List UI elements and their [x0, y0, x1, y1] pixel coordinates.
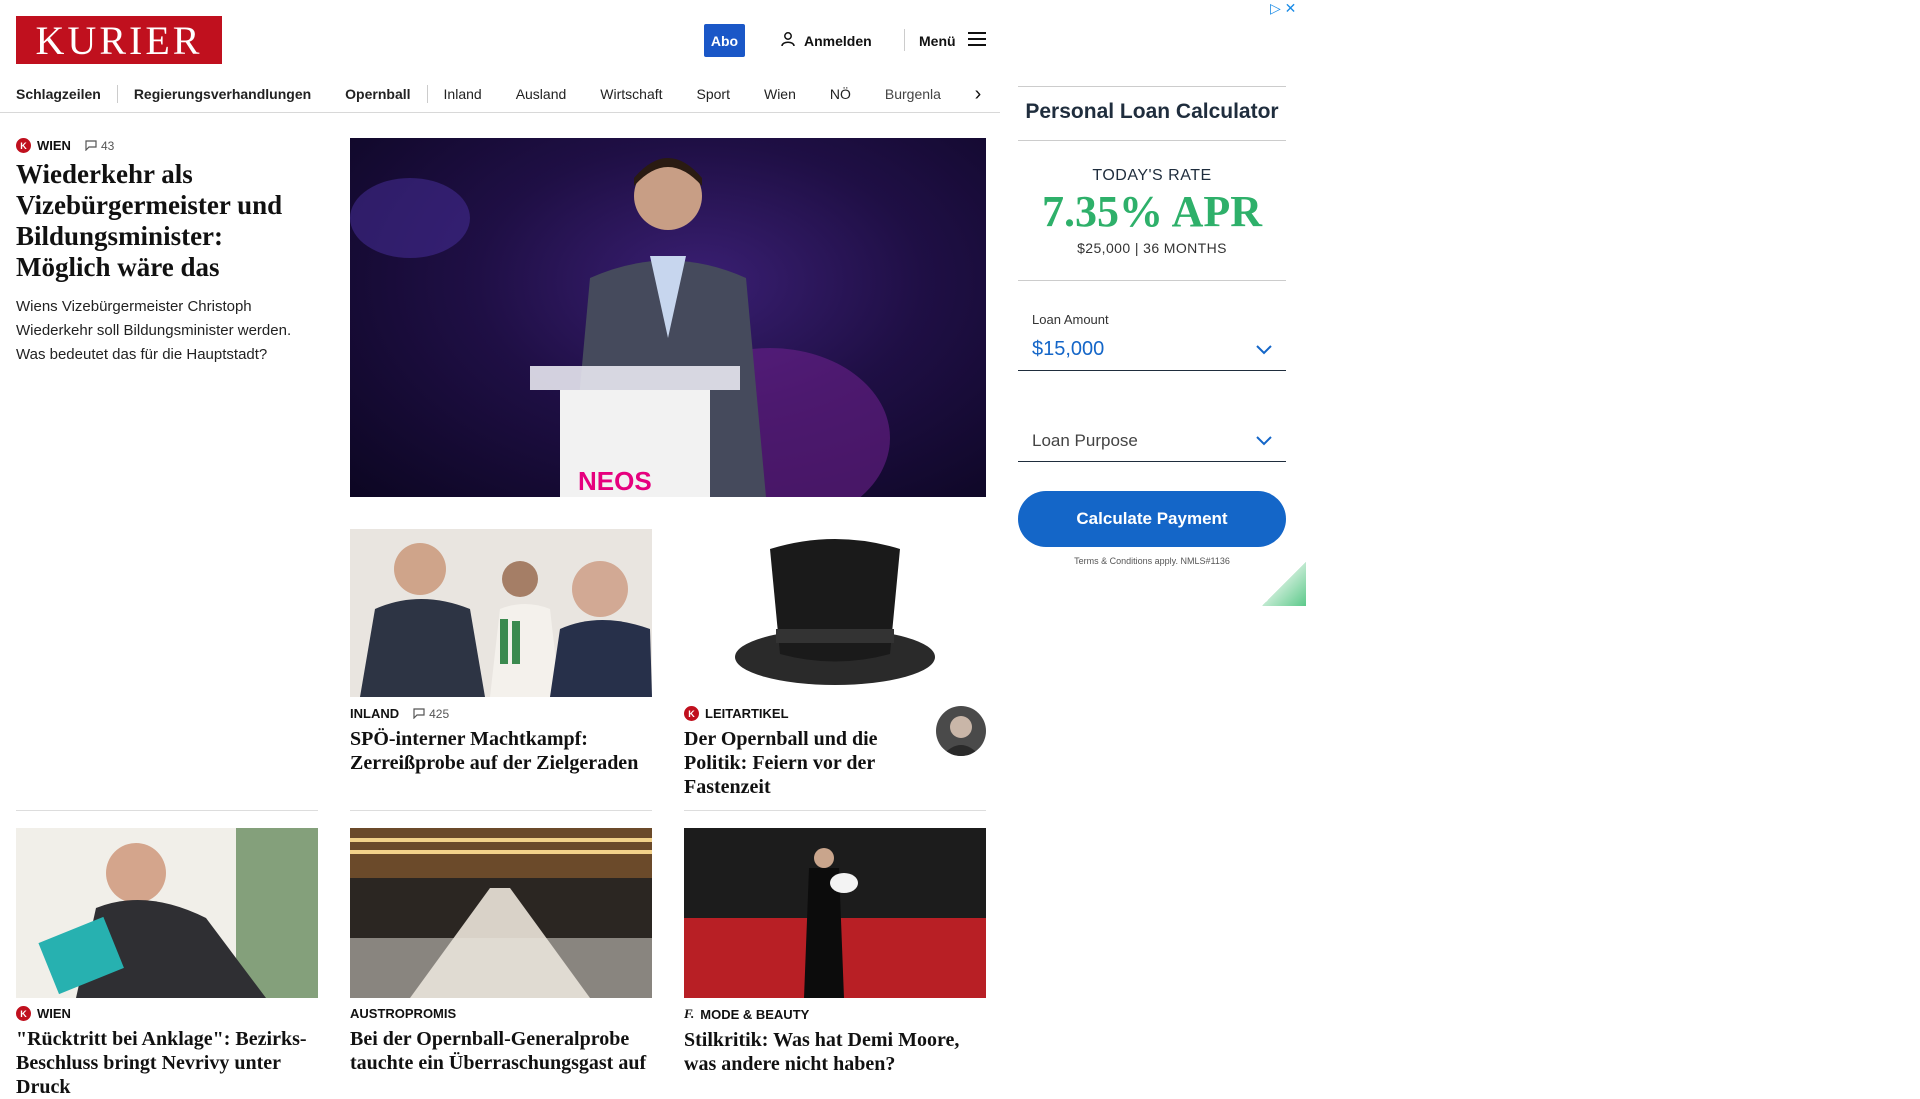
menu-button[interactable]: Menü [919, 24, 986, 57]
hamburger-icon [967, 32, 986, 49]
lead-teaser: Wiens Vizebürgermeister Christoph Wieder… [16, 298, 292, 363]
nav-item-noe[interactable]: NÖ [830, 86, 851, 102]
card-divider [684, 810, 986, 811]
ad-choices-icon[interactable]: ▷ ✕ [1270, 0, 1296, 17]
nav-item-burgenland[interactable]: Burgenla [885, 86, 941, 102]
nav-item-ausland[interactable]: Ausland [516, 86, 567, 102]
author-avatar[interactable] [936, 706, 986, 756]
story-card-leitartikel[interactable]: K LEITARTIKEL Der Opernball und die Poli… [684, 706, 914, 799]
story-image-art [350, 529, 652, 697]
story-headline[interactable]: Stilkritik: Was hat Demi Moore, was ande… [684, 1028, 994, 1076]
ad-rate: 7.35% APR [1042, 187, 1262, 236]
comment-icon [85, 140, 97, 151]
ad-divider [1018, 86, 1286, 87]
avatar-art [942, 716, 980, 756]
story-headline[interactable]: Bei der Opernball-Generalprobe tauchte e… [350, 1027, 660, 1075]
ad-title: Personal Loan Calculator [1025, 100, 1279, 123]
lead-image[interactable]: NEOS [350, 138, 986, 497]
abo-button[interactable]: Abo [704, 24, 745, 57]
loan-purpose-select[interactable]: Loan Purpose [1018, 420, 1286, 462]
ad-rate-terms: $25,000 | 36 MONTHS [1077, 240, 1227, 256]
story-image-art [350, 828, 652, 998]
story-comment-count[interactable]: 425 [413, 707, 449, 721]
story-comment-number: 425 [429, 706, 450, 721]
freizeit-f-icon: f. [684, 1006, 695, 1021]
lead-kicker-label: WIEN [37, 138, 71, 153]
story-kicker-label: AUSTROPROMIS [350, 1006, 457, 1021]
story-kicker: K WIEN [16, 1006, 326, 1021]
story-kicker-label: INLAND [350, 706, 400, 721]
story-kicker: INLAND 425 [350, 706, 660, 721]
story-card-stilkritik[interactable]: f. MODE & BEAUTY Stilkritik: Was hat Dem… [684, 1006, 994, 1076]
lead-story[interactable]: K WIEN 43 Wiederkehr als Vizebürgermeist… [16, 138, 316, 367]
story-headline[interactable]: SPÖ-interner Machtkampf: Zerreißprobe au… [350, 727, 660, 775]
nav-item-opernball[interactable]: Opernball [345, 86, 410, 102]
nav-item-inland[interactable]: Inland [444, 86, 482, 102]
lead-comment-number: 43 [100, 138, 115, 153]
kurier-k-icon: K [16, 138, 31, 153]
nav-divider [116, 85, 118, 103]
card-divider [350, 810, 652, 811]
card-divider [16, 810, 318, 811]
nav-item-wirtschaft[interactable]: Wirtschaft [600, 86, 662, 102]
nav-item-schlagzeilen[interactable]: Schlagzeilen [16, 86, 101, 102]
loan-amount-label: Loan Amount [1032, 312, 1109, 327]
ad-fineprint: Terms & Conditions apply. NMLS#1136 [1074, 556, 1230, 566]
story-kicker-label: MODE & BEAUTY [700, 1006, 810, 1022]
ad-corner-decoration [1262, 562, 1306, 606]
user-icon [780, 31, 796, 50]
loan-amount-value: $15,000 [1032, 338, 1105, 360]
lead-headline[interactable]: Wiederkehr als Vizebürgermeister und Bil… [16, 159, 316, 283]
story-card-generalprobe[interactable]: AUSTROPROMIS Bei der Opernball-Generalpr… [350, 1006, 660, 1075]
comment-icon [413, 708, 425, 719]
story-image-opernball[interactable] [350, 828, 652, 998]
loan-purpose-placeholder: Loan Purpose [1032, 430, 1138, 450]
chevron-right-icon: › [974, 82, 982, 105]
nav-divider-line [0, 112, 1000, 113]
lead-image-caption: NEOS [578, 466, 652, 496]
story-kicker-label: LEITARTIKEL [705, 706, 789, 721]
menu-label: Menü [919, 32, 956, 49]
nav-item-sport[interactable]: Sport [697, 86, 730, 102]
ad-divider [1018, 140, 1286, 141]
nav-item-regierungsverhandlungen[interactable]: Regierungsverhandlungen [134, 86, 311, 102]
kurier-k-icon: K [16, 1006, 31, 1021]
story-card-spoe[interactable]: INLAND 425 SPÖ-interner Machtkampf: Zerr… [350, 706, 660, 775]
story-image-art [684, 828, 986, 998]
story-image-spoe[interactable] [350, 529, 652, 697]
nav-next-button[interactable]: › [968, 78, 988, 110]
story-kicker: f. MODE & BEAUTY [684, 1006, 994, 1022]
story-image-nevrivy[interactable] [16, 828, 318, 998]
calculate-payment-button[interactable]: Calculate Payment [1018, 491, 1286, 547]
nav-item-wien[interactable]: Wien [764, 86, 796, 102]
login-label: Anmelden [804, 32, 872, 49]
story-image-demi-moore[interactable] [684, 828, 986, 998]
lead-image-art: NEOS [350, 158, 890, 497]
story-kicker: K LEITARTIKEL [684, 706, 914, 721]
story-image-tophat[interactable] [684, 529, 986, 697]
kurier-k-icon: K [684, 706, 699, 721]
kurier-logo[interactable]: KURIER [16, 16, 222, 64]
lead-comment-count[interactable]: 43 [85, 139, 114, 153]
login-button[interactable]: Anmelden [780, 24, 872, 57]
story-image-art [38, 828, 318, 998]
nav-divider [426, 85, 428, 103]
loan-amount-select[interactable]: $15,000 [1018, 329, 1286, 371]
tophat-image [735, 539, 935, 685]
story-kicker-label: WIEN [37, 1006, 71, 1021]
section-nav: Schlagzeilen Regierungsverhandlungen Ope… [16, 78, 978, 110]
ad-today-label: TODAY'S RATE [1092, 167, 1212, 184]
chevron-down-icon [1256, 338, 1272, 361]
story-card-nevrivy[interactable]: K WIEN "Rücktritt bei Anklage": Bezirks-… [16, 1006, 326, 1099]
story-headline[interactable]: "Rücktritt bei Anklage": Bezirks-Beschlu… [16, 1027, 326, 1099]
lead-kicker: K WIEN 43 [16, 138, 316, 153]
chevron-down-icon [1256, 431, 1272, 451]
header-divider [904, 29, 905, 51]
story-headline[interactable]: Der Opernball und die Politik: Feiern vo… [684, 727, 914, 799]
story-kicker: AUSTROPROMIS [350, 1006, 660, 1021]
ad-divider [1018, 280, 1286, 281]
